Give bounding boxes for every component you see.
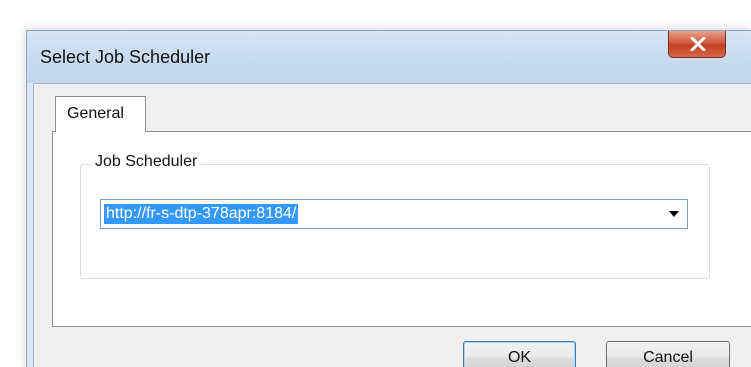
select-job-scheduler-dialog: Select Job Scheduler General Job Schedul… <box>26 30 751 367</box>
job-scheduler-group: Job Scheduler http://fr-s-dtp-378apr:818… <box>80 153 710 279</box>
close-button[interactable] <box>668 31 726 58</box>
tab-general-label: General <box>67 105 124 122</box>
job-scheduler-combobox[interactable]: http://fr-s-dtp-378apr:8184/ <box>100 199 688 229</box>
cancel-button[interactable]: Cancel <box>606 341 730 367</box>
ok-button[interactable]: OK <box>463 341 576 367</box>
chevron-down-icon[interactable] <box>669 211 679 217</box>
window-title: Select Job Scheduler <box>40 47 211 67</box>
close-icon <box>690 37 706 51</box>
job-scheduler-group-label: Job Scheduler <box>91 153 202 171</box>
job-scheduler-selected-value[interactable]: http://fr-s-dtp-378apr:8184/ <box>104 204 299 224</box>
screen: Select Job Scheduler General Job Schedul… <box>0 0 751 367</box>
general-tab-panel: Job Scheduler http://fr-s-dtp-378apr:818… <box>52 131 751 327</box>
dialog-body: General Job Scheduler http://fr-s-dtp-37… <box>33 83 751 367</box>
tab-general[interactable]: General <box>55 96 146 132</box>
title-bar[interactable]: Select Job Scheduler <box>27 31 751 83</box>
